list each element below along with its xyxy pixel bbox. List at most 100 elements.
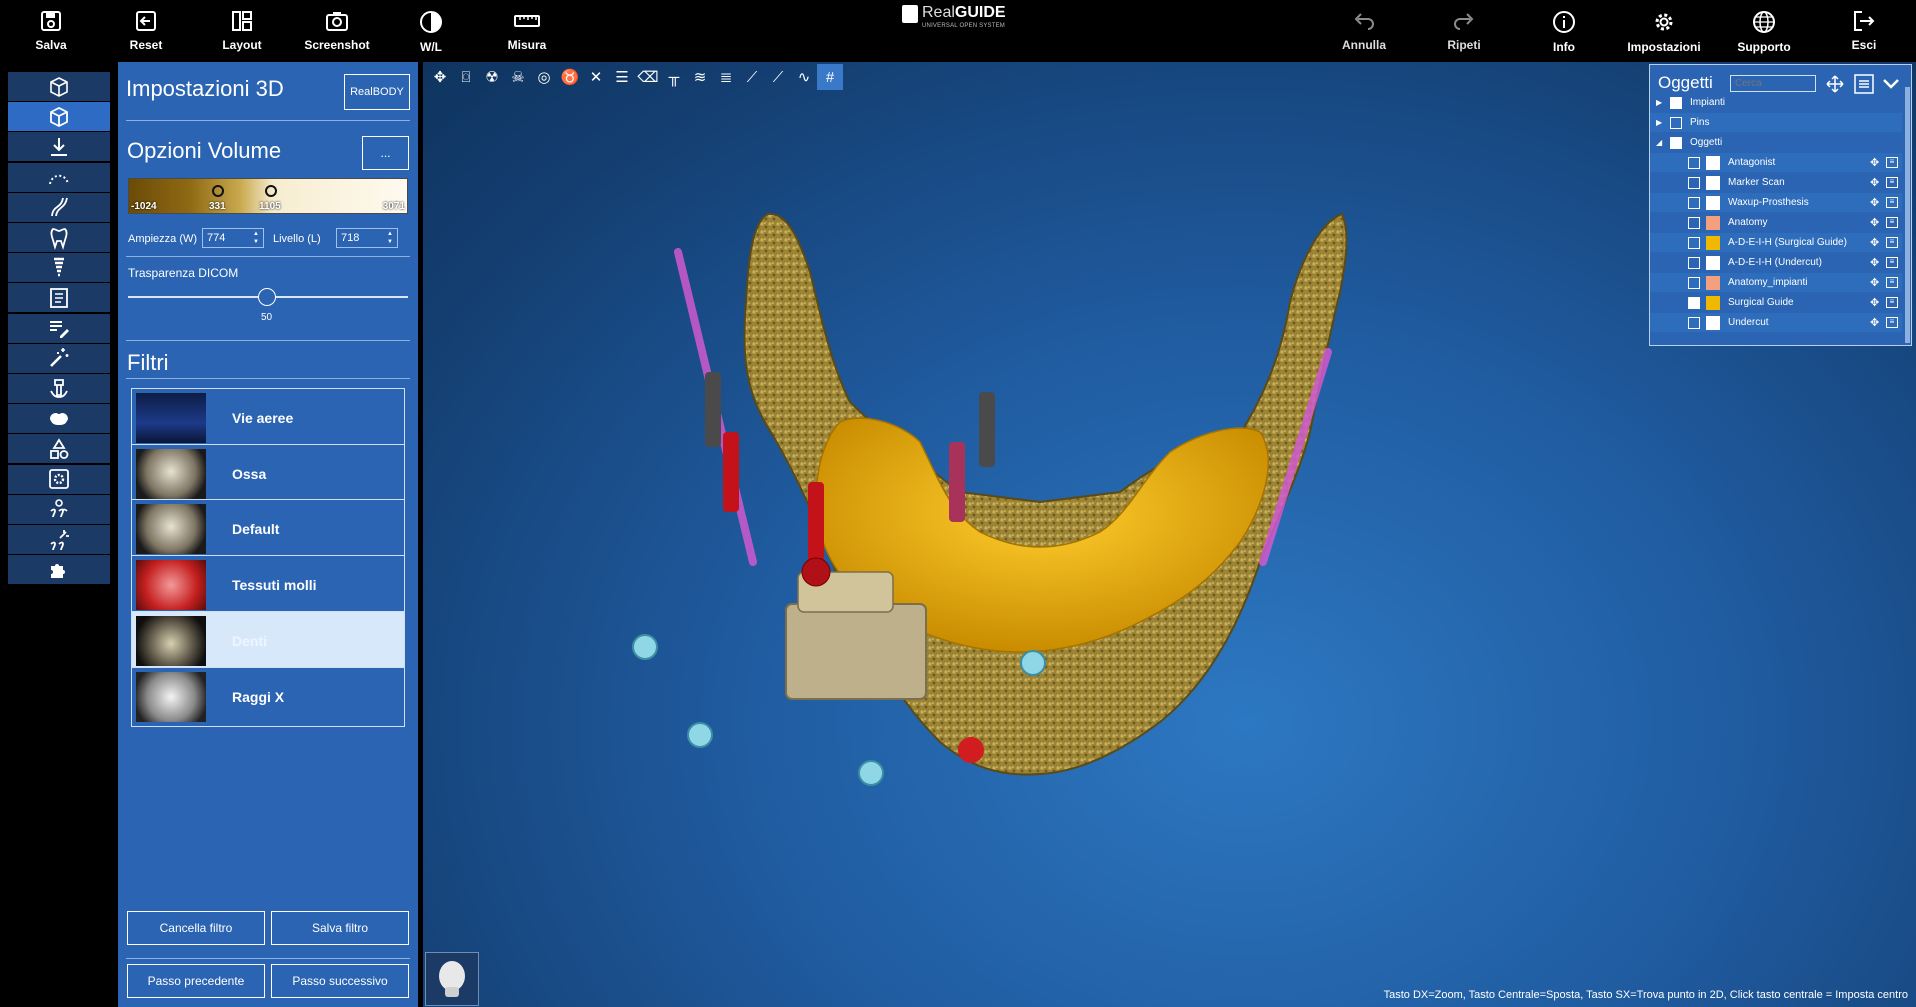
object-color-swatch[interactable]: [1706, 295, 1720, 310]
object-checkbox[interactable]: [1688, 236, 1700, 249]
object-menu-icon[interactable]: ≡: [1886, 317, 1898, 328]
object-color-swatch[interactable]: [1706, 195, 1720, 210]
move-object-icon[interactable]: ✥: [1870, 256, 1879, 269]
esci-button[interactable]: Esci: [1819, 6, 1909, 60]
misura-button[interactable]: Misura: [482, 6, 572, 60]
object-row[interactable]: ◢ Oggetti: [1650, 133, 1902, 152]
object-row[interactable]: ▶ Impianti: [1650, 93, 1902, 112]
object-row[interactable]: Anatomy_impianti ✥ ≡: [1650, 273, 1902, 292]
object-menu-icon[interactable]: ≡: [1886, 157, 1898, 168]
rail-button-arch-curve[interactable]: [8, 162, 110, 192]
filter-item[interactable]: Denti: [131, 610, 405, 671]
expand-arrow-icon[interactable]: ▶: [1656, 98, 1664, 107]
passo-successivo-button[interactable]: Passo successivo: [271, 964, 409, 998]
move-object-icon[interactable]: ✥: [1870, 176, 1879, 189]
rail-button-implant-wand[interactable]: [8, 525, 110, 554]
object-menu-icon[interactable]: ≡: [1886, 217, 1898, 228]
object-menu-icon[interactable]: ≡: [1886, 177, 1898, 188]
object-row[interactable]: Undercut ✥ ≡: [1650, 313, 1902, 332]
undo-button[interactable]: Annulla: [1319, 6, 1409, 60]
object-checkbox[interactable]: [1688, 156, 1700, 169]
passo-precedente-button[interactable]: Passo precedente: [127, 964, 265, 998]
object-checkbox[interactable]: [1688, 276, 1700, 289]
object-color-swatch[interactable]: [1706, 275, 1720, 290]
realbody-button[interactable]: RealBODY: [344, 74, 410, 110]
object-checkbox[interactable]: [1688, 316, 1700, 329]
move-object-icon[interactable]: ✥: [1870, 196, 1879, 209]
layout-button[interactable]: Layout: [197, 6, 287, 60]
expand-arrow-icon[interactable]: ▶: [1656, 118, 1664, 127]
object-menu-icon[interactable]: ≡: [1886, 297, 1898, 308]
rail-button-settings-box[interactable]: [8, 464, 110, 494]
move-object-icon[interactable]: ✥: [1870, 296, 1879, 309]
object-checkbox[interactable]: [1670, 96, 1682, 109]
rail-button-report[interactable]: [8, 283, 110, 313]
expand-arrow-icon[interactable]: ◢: [1656, 138, 1664, 147]
object-row[interactable]: ▶ Pins: [1650, 113, 1902, 132]
cancella-filtro-button[interactable]: Cancella filtro: [127, 911, 265, 945]
object-color-swatch[interactable]: [1706, 215, 1720, 230]
screenshot-button[interactable]: Screenshot: [292, 6, 382, 60]
object-row[interactable]: A-D-E-I-H (Undercut) ✥ ≡: [1650, 253, 1902, 272]
object-color-swatch[interactable]: [1706, 175, 1720, 190]
move-object-icon[interactable]: ✥: [1870, 276, 1879, 289]
filter-item[interactable]: Default: [131, 499, 405, 560]
move-all-icon[interactable]: [1826, 75, 1844, 93]
objects-search-input[interactable]: [1730, 75, 1816, 92]
rail-button-edit-list[interactable]: [8, 313, 110, 343]
object-checkbox[interactable]: [1688, 216, 1700, 229]
salva-filtro-button[interactable]: Salva filtro: [271, 911, 409, 945]
objects-scrollbar[interactable]: [1905, 87, 1910, 343]
orientation-head-icon[interactable]: [425, 952, 479, 1006]
trasparenza-slider-handle[interactable]: [258, 288, 276, 306]
collapse-chevron-icon[interactable]: [1882, 77, 1900, 91]
wl-left-handle[interactable]: [212, 185, 224, 197]
redo-button[interactable]: Ripeti: [1419, 6, 1509, 60]
livello-input[interactable]: 718 ▲ ▼: [336, 228, 398, 248]
move-object-icon[interactable]: ✥: [1870, 216, 1879, 229]
rail-button-tooth[interactable]: [8, 223, 110, 252]
rail-button-cube-3d[interactable]: [8, 102, 110, 132]
object-row[interactable]: Marker Scan ✥ ≡: [1650, 173, 1902, 192]
rail-button-implant-group[interactable]: [8, 494, 110, 524]
object-row[interactable]: Anatomy ✥ ≡: [1650, 213, 1902, 232]
rail-button-abutment[interactable]: [8, 374, 110, 403]
volume-options-more-button[interactable]: ...: [362, 136, 409, 170]
object-row[interactable]: Surgical Guide ✥ ≡: [1650, 293, 1902, 312]
rail-button-download[interactable]: [8, 132, 110, 162]
object-color-swatch[interactable]: [1706, 315, 1720, 330]
rail-button-teeth-set[interactable]: [8, 404, 110, 434]
wl-button[interactable]: W/L: [386, 6, 476, 60]
livello-stepper[interactable]: ▲ ▼: [387, 230, 395, 246]
supporto-button[interactable]: Supporto: [1719, 6, 1809, 60]
object-checkbox[interactable]: [1670, 136, 1682, 149]
object-menu-icon[interactable]: ≡: [1886, 277, 1898, 288]
window-level-bar[interactable]: -1024 331 1105 3071: [128, 178, 408, 214]
rail-button-cube-outline[interactable]: [8, 72, 110, 101]
move-object-icon[interactable]: ✥: [1870, 156, 1879, 169]
ampiezza-stepper[interactable]: ▲ ▼: [253, 230, 261, 246]
object-color-swatch[interactable]: [1706, 155, 1720, 170]
impostazioni-button[interactable]: Impostazioni: [1619, 6, 1709, 60]
reset-button[interactable]: Reset: [101, 6, 191, 60]
filter-item[interactable]: Ossa: [131, 443, 405, 504]
object-checkbox[interactable]: [1688, 176, 1700, 189]
object-row[interactable]: Antagonist ✥ ≡: [1650, 153, 1902, 172]
rail-button-nerve-path[interactable]: [8, 192, 110, 222]
3d-viewport[interactable]: ✥ ⌼ ☢ ☠ ◎ ♉ ✕ ☰ ⌫ ╥ ≋ ≣ ⟋ ⟋ ∿ # Tasto DX…: [423, 62, 1916, 1007]
object-checkbox[interactable]: [1688, 256, 1700, 269]
info-button[interactable]: Info: [1519, 6, 1609, 60]
rail-button-shapes[interactable]: [8, 434, 110, 464]
object-checkbox[interactable]: [1688, 296, 1700, 309]
object-row[interactable]: Waxup-Prosthesis ✥ ≡: [1650, 193, 1902, 212]
object-color-swatch[interactable]: [1706, 255, 1720, 270]
filter-item[interactable]: Vie aeree: [131, 388, 405, 448]
objects-menu-icon[interactable]: [1854, 74, 1874, 94]
wl-right-handle[interactable]: [265, 185, 277, 197]
move-object-icon[interactable]: ✥: [1870, 236, 1879, 249]
object-row[interactable]: A-D-E-I-H (Surgical Guide) ✥ ≡: [1650, 233, 1902, 252]
object-menu-icon[interactable]: ≡: [1886, 237, 1898, 248]
object-menu-icon[interactable]: ≡: [1886, 257, 1898, 268]
rail-button-magic-wand[interactable]: [8, 343, 110, 373]
object-checkbox[interactable]: [1670, 116, 1682, 129]
